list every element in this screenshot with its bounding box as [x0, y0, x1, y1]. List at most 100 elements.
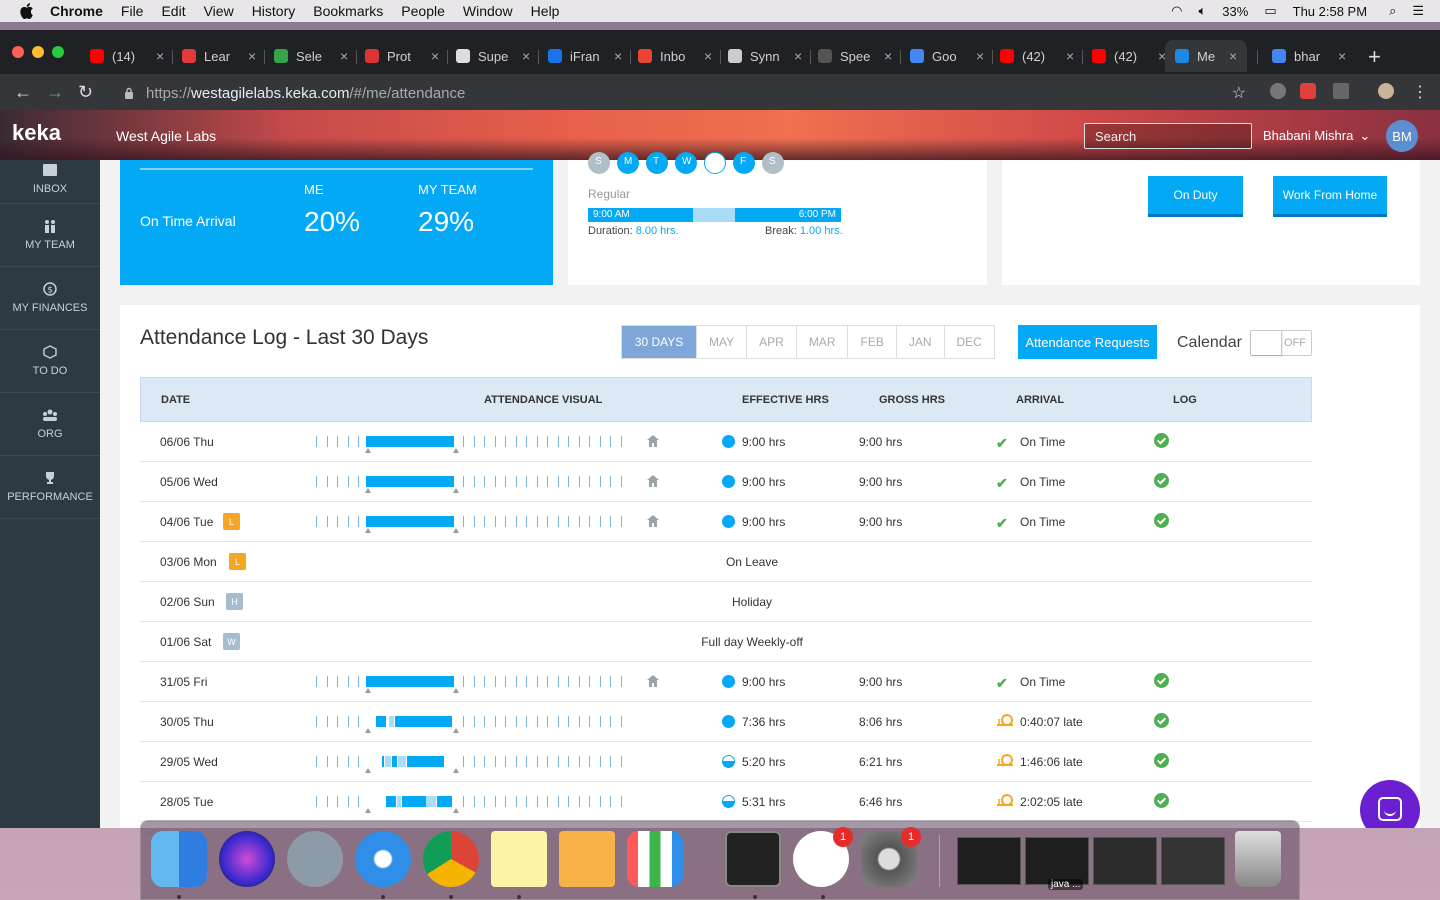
minimized-window-notes[interactable]	[1161, 837, 1225, 885]
volume-icon[interactable]: 🔈︎	[1198, 3, 1206, 19]
log-complete-icon[interactable]	[1154, 793, 1169, 808]
menu-help[interactable]: Help	[531, 3, 560, 19]
battery-percent[interactable]: 33%	[1222, 4, 1248, 19]
browser-tab[interactable]: (42) ×	[1000, 40, 1074, 72]
minimize-window-button[interactable]	[32, 46, 44, 58]
work-from-home-button[interactable]: Work From Home	[1273, 176, 1387, 217]
chrome-icon[interactable]	[423, 831, 479, 887]
filter-dec[interactable]: DEC	[945, 326, 994, 358]
filter-apr[interactable]: APR	[747, 326, 797, 358]
attendance-requests-button[interactable]: Attendance Requests	[1018, 325, 1157, 359]
pages-icon[interactable]	[559, 831, 615, 887]
menu-people[interactable]: People	[401, 3, 445, 19]
sidebar-item-my-team[interactable]: MY TEAM	[0, 204, 100, 267]
menu-file[interactable]: File	[121, 3, 144, 19]
notes-icon[interactable]	[491, 831, 547, 887]
filter-feb[interactable]: FEB	[848, 326, 897, 358]
address-bar[interactable]: https:// westagilelabs.keka.com /#/me/at…	[118, 80, 1260, 106]
browser-tab[interactable]: Inbo ×	[638, 40, 712, 72]
close-tab-icon[interactable]: ×	[1229, 48, 1237, 64]
browser-tab[interactable]: Spee ×	[818, 40, 892, 72]
numbers-icon[interactable]	[627, 831, 683, 887]
wifi-icon[interactable]: ◠	[1171, 3, 1182, 19]
close-tab-icon[interactable]: ×	[522, 48, 530, 64]
extension-tinymce-icon[interactable]	[1333, 83, 1349, 99]
close-tab-icon[interactable]: ×	[156, 48, 164, 64]
table-row[interactable]: 06/06 Thu 9:00 hrs 9:00 hrs ✔ On Time	[140, 422, 1312, 462]
on-duty-button[interactable]: On Duty	[1148, 176, 1243, 217]
close-tab-icon[interactable]: ×	[431, 48, 439, 64]
browser-tab[interactable]: Supe ×	[456, 40, 530, 72]
browser-tab[interactable]: Synn ×	[728, 40, 802, 72]
menu-bookmarks[interactable]: Bookmarks	[313, 3, 383, 19]
filter-may[interactable]: MAY	[697, 326, 748, 358]
browser-tab[interactable]: Goo ×	[910, 40, 984, 72]
profile-avatar-icon[interactable]	[1378, 83, 1394, 99]
menu-window[interactable]: Window	[463, 3, 513, 19]
browser-tab[interactable]: iFran ×	[548, 40, 622, 72]
log-complete-icon[interactable]	[1154, 473, 1169, 488]
keka-logo[interactable]: keka	[12, 120, 61, 146]
table-row[interactable]: 28/05 Tue 5:31 hrs 6:46 hrs 2:02:05 late	[140, 782, 1312, 822]
table-row[interactable]: 02/06 Sun H Holiday	[140, 582, 1312, 622]
table-row[interactable]: 04/06 Tue L 9:00 hrs 9:00 hrs ✔ On Time	[140, 502, 1312, 542]
new-tab-button[interactable]: +	[1368, 44, 1381, 70]
filter-30-days[interactable]: 30 DAYS	[622, 326, 697, 358]
close-tab-icon[interactable]: ×	[340, 48, 348, 64]
close-tab-icon[interactable]: ×	[976, 48, 984, 64]
apple-icon[interactable]	[20, 3, 34, 19]
sidebar-item-my-finances[interactable]: $ MY FINANCES	[0, 267, 100, 330]
table-row[interactable]: 01/06 Sat W Full day Weekly-off	[140, 622, 1312, 662]
menu-app-name[interactable]: Chrome	[50, 3, 103, 19]
sidebar-item-performance[interactable]: PERFORMANCE	[0, 456, 100, 519]
browser-tab[interactable]: Lear ×	[182, 40, 256, 72]
sidebar-item-to-do[interactable]: TO DO	[0, 330, 100, 393]
menu-edit[interactable]: Edit	[161, 3, 185, 19]
table-row[interactable]: 31/05 Fri 9:00 hrs 9:00 hrs ✔ On Time	[140, 662, 1312, 702]
sidebar-item-inbox[interactable]: INBOX	[0, 160, 100, 204]
trash-icon[interactable]	[1235, 831, 1281, 887]
browser-tab[interactable]: bhar ×	[1272, 40, 1346, 72]
close-tab-icon[interactable]: ×	[1066, 48, 1074, 64]
finder-icon[interactable]	[151, 831, 207, 887]
sidebar-item-org[interactable]: ORG	[0, 393, 100, 456]
log-complete-icon[interactable]	[1154, 713, 1169, 728]
battery-icon[interactable]: ▭	[1264, 3, 1276, 19]
extension-ublock-icon[interactable]	[1270, 83, 1286, 99]
table-row[interactable]: 03/06 Mon L On Leave	[140, 542, 1312, 582]
close-window-button[interactable]	[12, 46, 24, 58]
col-gross-hrs[interactable]: GROSS HRS	[879, 394, 945, 406]
table-row[interactable]: 30/05 Thu 7:36 hrs 8:06 hrs 0:40:07 late	[140, 702, 1312, 742]
close-tab-icon[interactable]: ×	[884, 48, 892, 64]
browser-tab[interactable]: (14) ×	[90, 40, 164, 72]
notification-center-icon[interactable]: ☰	[1412, 3, 1424, 19]
browser-tab[interactable]: Sele ×	[274, 40, 348, 72]
avatar[interactable]: BM	[1386, 120, 1418, 152]
browser-tab[interactable]: Prot ×	[365, 40, 439, 72]
log-complete-icon[interactable]	[1154, 673, 1169, 688]
browser-tab[interactable]: (42) ×	[1092, 40, 1166, 72]
table-row[interactable]: 05/06 Wed 9:00 hrs 9:00 hrs ✔ On Time	[140, 462, 1312, 502]
table-row[interactable]: 29/05 Wed 5:20 hrs 6:21 hrs 1:46:06 late	[140, 742, 1312, 782]
siri-icon[interactable]	[219, 831, 275, 887]
extension-video-icon[interactable]	[1300, 83, 1316, 99]
close-tab-icon[interactable]: ×	[704, 48, 712, 64]
reload-button[interactable]: ↻	[78, 82, 93, 103]
user-menu[interactable]: Bhabani Mishra ⌄	[1263, 128, 1370, 144]
menu-history[interactable]: History	[252, 3, 296, 19]
minimized-window-terminal[interactable]	[957, 837, 1021, 885]
minimized-window-finder[interactable]	[1093, 837, 1157, 885]
close-tab-icon[interactable]: ×	[248, 48, 256, 64]
minimized-window-java[interactable]	[1025, 837, 1089, 885]
forward-button[interactable]: →	[46, 82, 64, 103]
col-arrival[interactable]: ARRIVAL	[1016, 394, 1064, 406]
log-complete-icon[interactable]	[1154, 433, 1169, 448]
terminal-icon[interactable]	[725, 831, 781, 887]
log-complete-icon[interactable]	[1154, 753, 1169, 768]
close-tab-icon[interactable]: ×	[614, 48, 622, 64]
search-input[interactable]: Search	[1084, 123, 1252, 149]
calendar-toggle[interactable]: OFF	[1250, 330, 1312, 356]
safari-icon[interactable]	[355, 831, 411, 887]
tab-active[interactable]: Me | ×	[1165, 40, 1248, 72]
clock[interactable]: Thu 2:58 PM	[1293, 4, 1367, 19]
